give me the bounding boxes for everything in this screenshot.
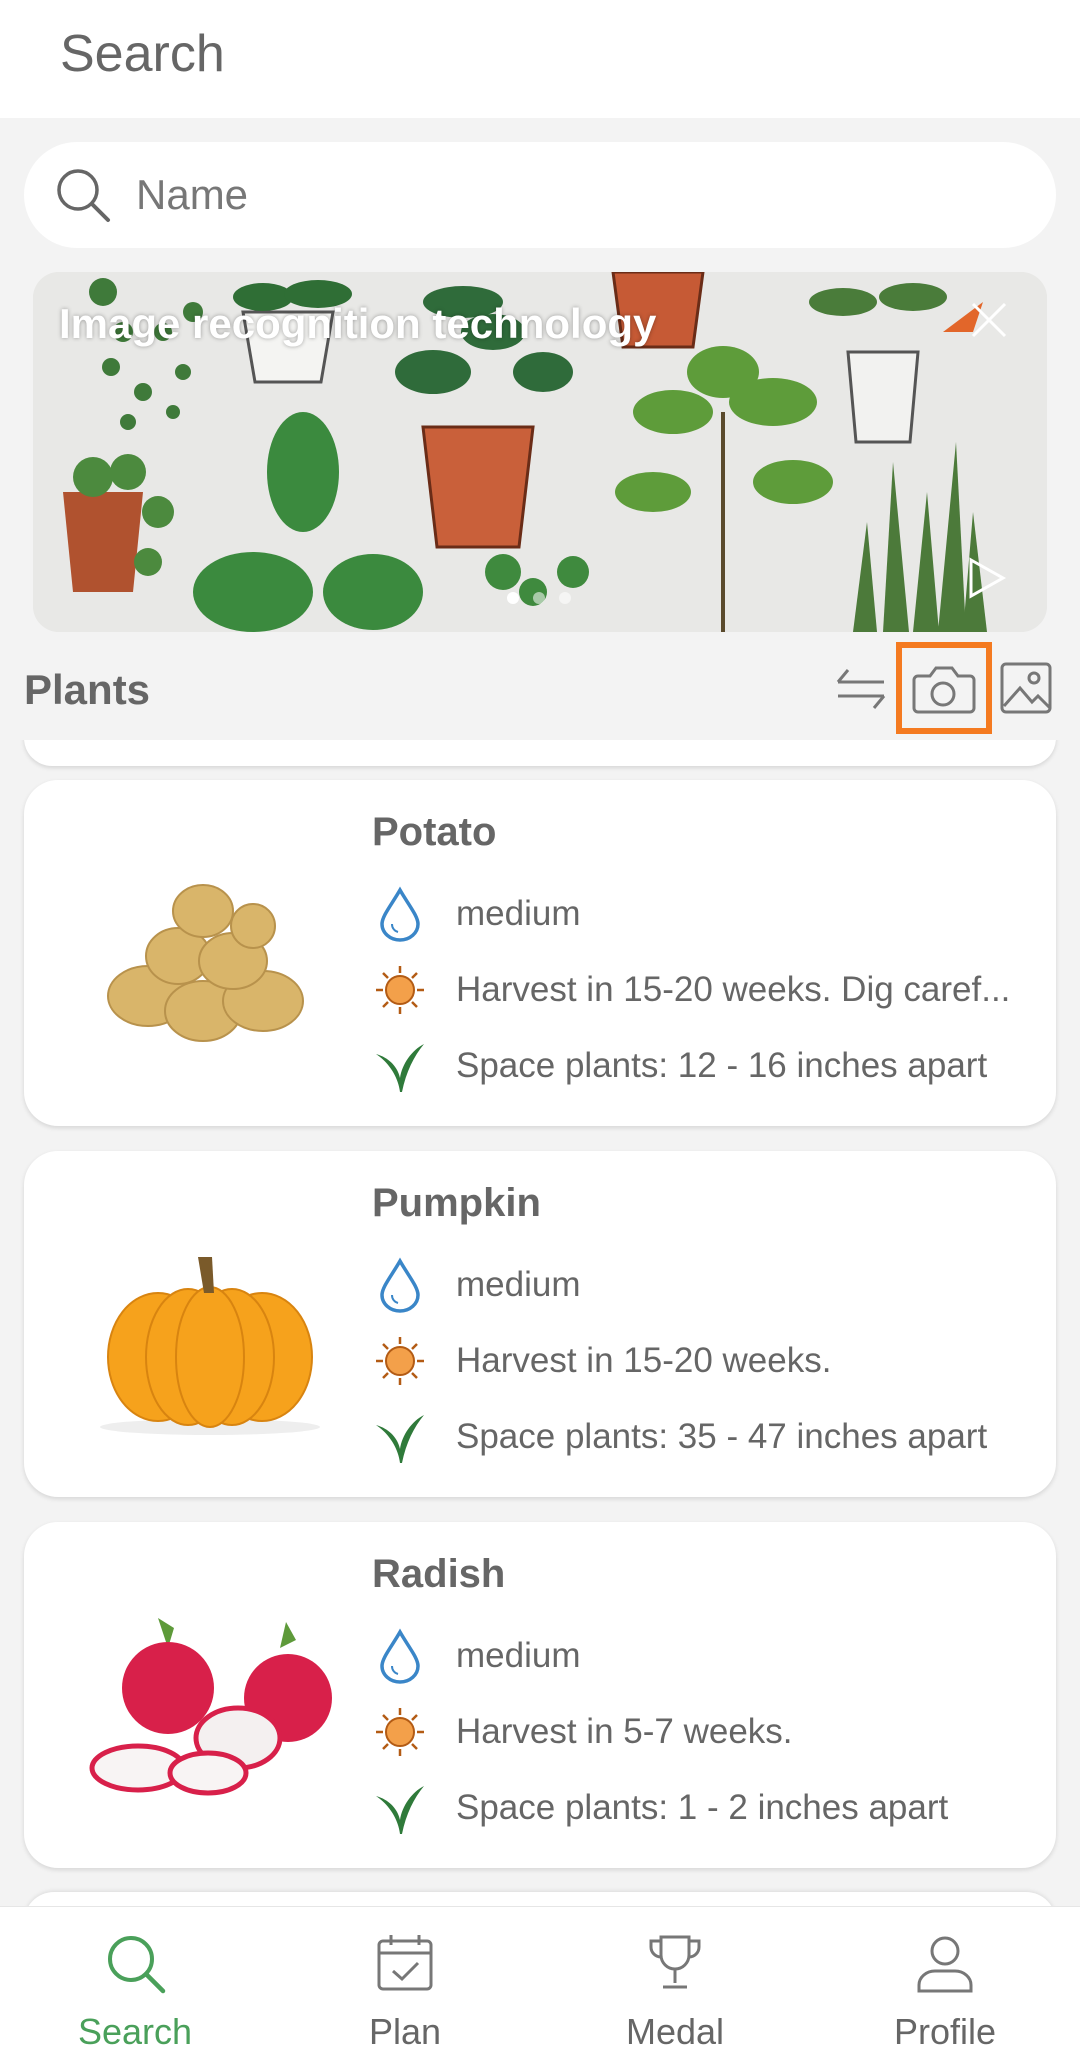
search-bar[interactable] [24,142,1056,248]
potato-image [48,826,372,1076]
gallery-icon[interactable] [998,660,1054,716]
sun-icon [376,1708,424,1756]
nav-label: Profile [893,2011,997,2052]
carousel-dot[interactable] [559,592,571,604]
carousel-dots [507,592,571,604]
plant-card-radish[interactable]: Radish medium Harvest in 5-7 weeks. Spac… [24,1522,1056,1868]
camera-icon[interactable] [908,652,978,726]
water-row: medium [372,884,1042,944]
search-icon [108,1936,166,1994]
pumpkin-image [48,1197,372,1447]
carousel-dot[interactable] [507,592,519,604]
person-icon [917,1936,973,1993]
spacing-info: Space plants: 1 - 2 inches apart [456,1788,949,1827]
page-title: Search [60,25,225,83]
water-drop-icon [380,1628,420,1684]
nav-label: Medal [625,2011,725,2052]
nav-label: Search [77,2011,193,2052]
nav-plan[interactable]: Plan [270,1907,540,2072]
water-level: medium [456,1265,581,1304]
plant-name: Potato [372,810,497,854]
bottom-navigation: Search Plan Medal Profile [0,1906,1080,2072]
nav-label: Plan [368,2011,442,2052]
radish-image [48,1568,372,1818]
spacing-row: Space plants: 12 - 16 inches apart [372,1036,1042,1096]
plant-list[interactable]: Potato medium Harvest in 15-20 weeks. Di… [0,740,1080,1906]
spacing-row: Space plants: 1 - 2 inches apart [372,1778,1042,1838]
water-drop-icon [380,1257,420,1313]
calendar-check-icon [377,1935,433,1991]
plant-card-partial[interactable] [24,1892,1056,1906]
water-row: medium [372,1626,1042,1686]
spacing-info: Space plants: 35 - 47 inches apart [456,1417,988,1456]
spacing-row: Space plants: 35 - 47 inches apart [372,1407,1042,1467]
trophy-icon [649,1935,701,1989]
top-app-bar: Search [0,0,1080,118]
plant-card-partial[interactable] [24,740,1056,766]
nav-medal[interactable]: Medal [540,1907,810,2072]
nav-search[interactable]: Search [0,1907,270,2072]
water-drop-icon [380,886,420,942]
sun-icon [376,1337,424,1385]
harvest-row: Harvest in 5-7 weeks. [372,1702,1042,1762]
harvest-row: Harvest in 15-20 weeks. [372,1331,1042,1391]
carousel-dot[interactable] [533,592,545,604]
water-level: medium [456,1636,581,1675]
spacing-info: Space plants: 12 - 16 inches apart [456,1046,988,1085]
sprout-icon [376,1786,424,1834]
sort-icon[interactable] [834,664,888,712]
banner-title: Image recognition technology [59,300,657,347]
harvest-row: Harvest in 15-20 weeks. Dig caref... [372,960,1042,1020]
sun-icon [376,966,424,1014]
section-title: Plants [24,666,151,713]
sprout-icon [376,1415,424,1463]
search-input[interactable] [136,160,1016,230]
water-row: medium [372,1255,1042,1315]
water-level: medium [456,894,581,933]
nav-profile[interactable]: Profile [810,1907,1080,2072]
plant-name: Radish [372,1552,506,1596]
sprout-icon [376,1044,424,1092]
plant-name: Pumpkin [372,1181,541,1225]
play-icon[interactable] [967,556,1007,600]
close-icon[interactable] [967,298,1011,342]
harvest-info: Harvest in 15-20 weeks. [456,1341,832,1380]
harvest-info: Harvest in 15-20 weeks. Dig caref... [456,970,1011,1009]
search-icon [57,169,110,222]
promo-banner[interactable]: Image recognition technology [33,272,1047,632]
harvest-info: Harvest in 5-7 weeks. [456,1712,793,1751]
plant-card-potato[interactable]: Potato medium Harvest in 15-20 weeks. Di… [24,780,1056,1126]
plant-card-pumpkin[interactable]: Pumpkin medium Harvest in 15-20 weeks. S… [24,1151,1056,1497]
